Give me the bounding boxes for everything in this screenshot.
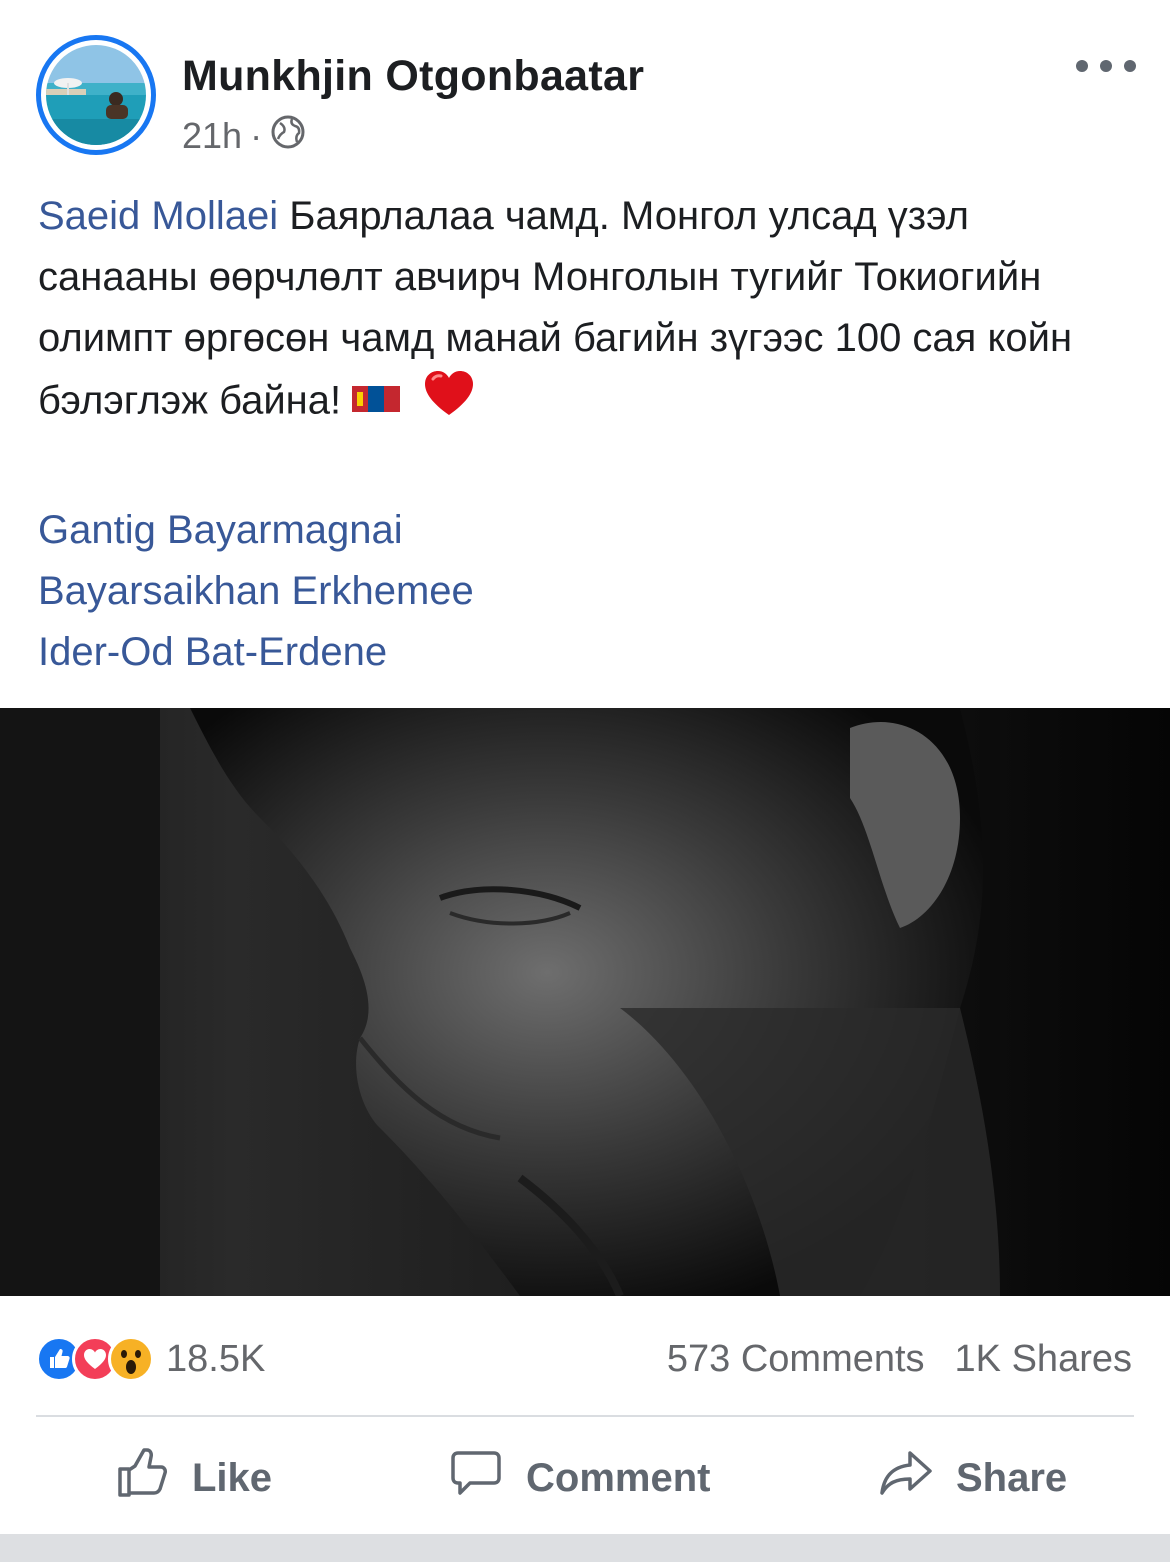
emoji-gap — [400, 379, 422, 423]
globe-icon — [270, 114, 306, 159]
post-meta: 21h · — [182, 112, 306, 160]
tag-link[interactable]: Gantig Bayarmagnai — [38, 500, 474, 561]
action-bar: Like Comment Share — [0, 1440, 1170, 1516]
tag-link[interactable]: Bayarsaikhan Erkhemee — [38, 561, 474, 622]
share-arrow-icon — [878, 1445, 934, 1511]
post-text: Saeid Mollaei Баярлалаа чамд. Монгол улс… — [38, 186, 1138, 437]
red-heart-emoji — [422, 369, 476, 437]
tagged-people: Gantig Bayarmagnai Bayarsaikhan Erkhemee… — [38, 500, 474, 683]
avatar-photo — [46, 45, 146, 145]
share-button[interactable]: Share — [878, 1440, 1067, 1516]
more-options-button[interactable] — [1076, 50, 1136, 82]
thumbs-up-icon — [114, 1445, 170, 1511]
meta-separator: · — [250, 115, 263, 156]
reaction-count: 18.5K — [166, 1337, 266, 1380]
mongolia-flag-emoji — [352, 373, 401, 434]
facebook-post: Munkhjin Otgonbaatar 21h · Saeid Mollaei… — [0, 0, 1170, 1562]
bottom-separator — [0, 1534, 1170, 1562]
more-dot — [1124, 60, 1136, 72]
post-photo[interactable] — [0, 708, 1170, 1296]
more-dot — [1076, 60, 1088, 72]
divider — [36, 1415, 1134, 1417]
share-label: Share — [956, 1455, 1068, 1500]
avatar[interactable] — [36, 35, 156, 155]
comments-count[interactable]: 573 Comments — [667, 1338, 925, 1381]
like-button[interactable]: Like — [114, 1440, 272, 1516]
comment-button[interactable]: Comment — [448, 1440, 710, 1516]
reactions-summary[interactable]: 18.5K — [36, 1334, 265, 1384]
engagement-stats: 573 Comments 1K Shares — [667, 1334, 1132, 1384]
comment-icon — [448, 1445, 504, 1511]
author-name[interactable]: Munkhjin Otgonbaatar — [182, 52, 644, 101]
wow-reaction-icon — [108, 1336, 154, 1382]
comment-label: Comment — [526, 1455, 711, 1500]
post-time[interactable]: 21h — [182, 115, 242, 157]
reaction-icons — [36, 1336, 154, 1382]
shares-count[interactable]: 1K Shares — [955, 1338, 1132, 1381]
mention-link[interactable]: Saeid Mollaei — [38, 194, 278, 238]
more-dot — [1100, 60, 1112, 72]
tag-link[interactable]: Ider-Od Bat-Erdene — [38, 622, 474, 683]
like-label: Like — [192, 1455, 273, 1500]
